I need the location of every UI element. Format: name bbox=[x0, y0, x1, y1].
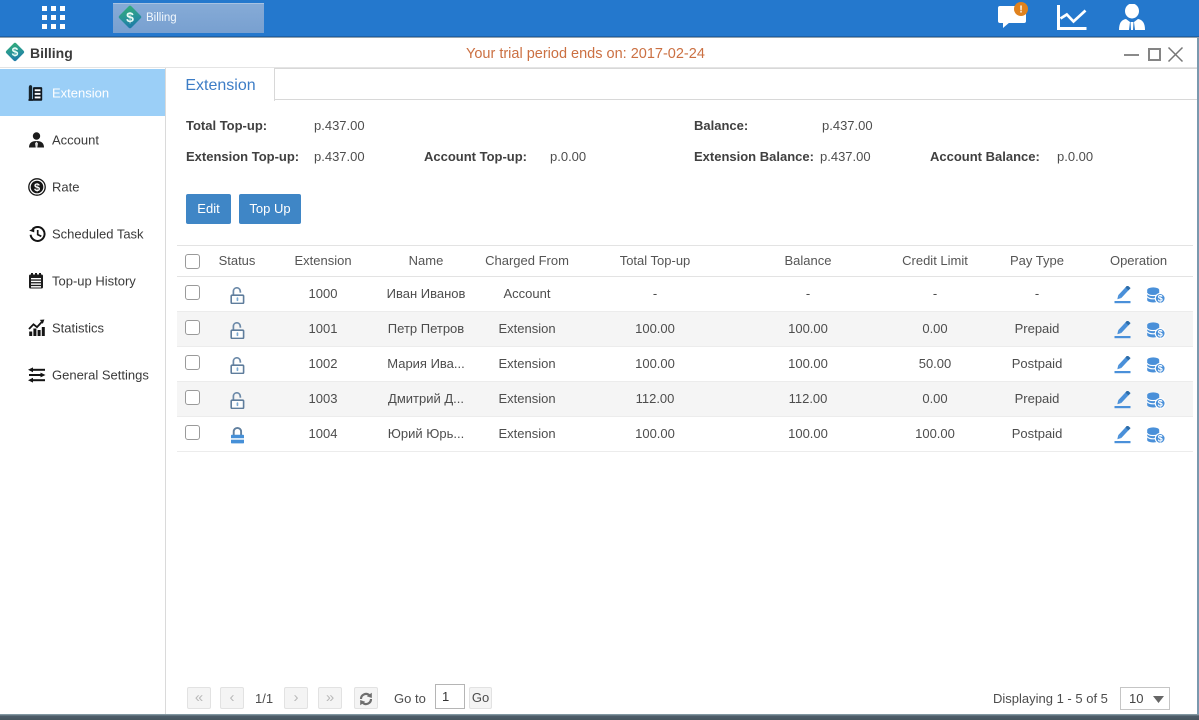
svg-text:$: $ bbox=[1157, 434, 1162, 444]
svg-text:$: $ bbox=[1157, 294, 1162, 304]
svg-text:$: $ bbox=[34, 182, 40, 194]
svg-text:!: ! bbox=[1019, 5, 1022, 16]
svg-text:$: $ bbox=[1157, 399, 1162, 409]
svg-text:$: $ bbox=[1157, 364, 1162, 374]
svg-text:$: $ bbox=[1157, 329, 1162, 339]
